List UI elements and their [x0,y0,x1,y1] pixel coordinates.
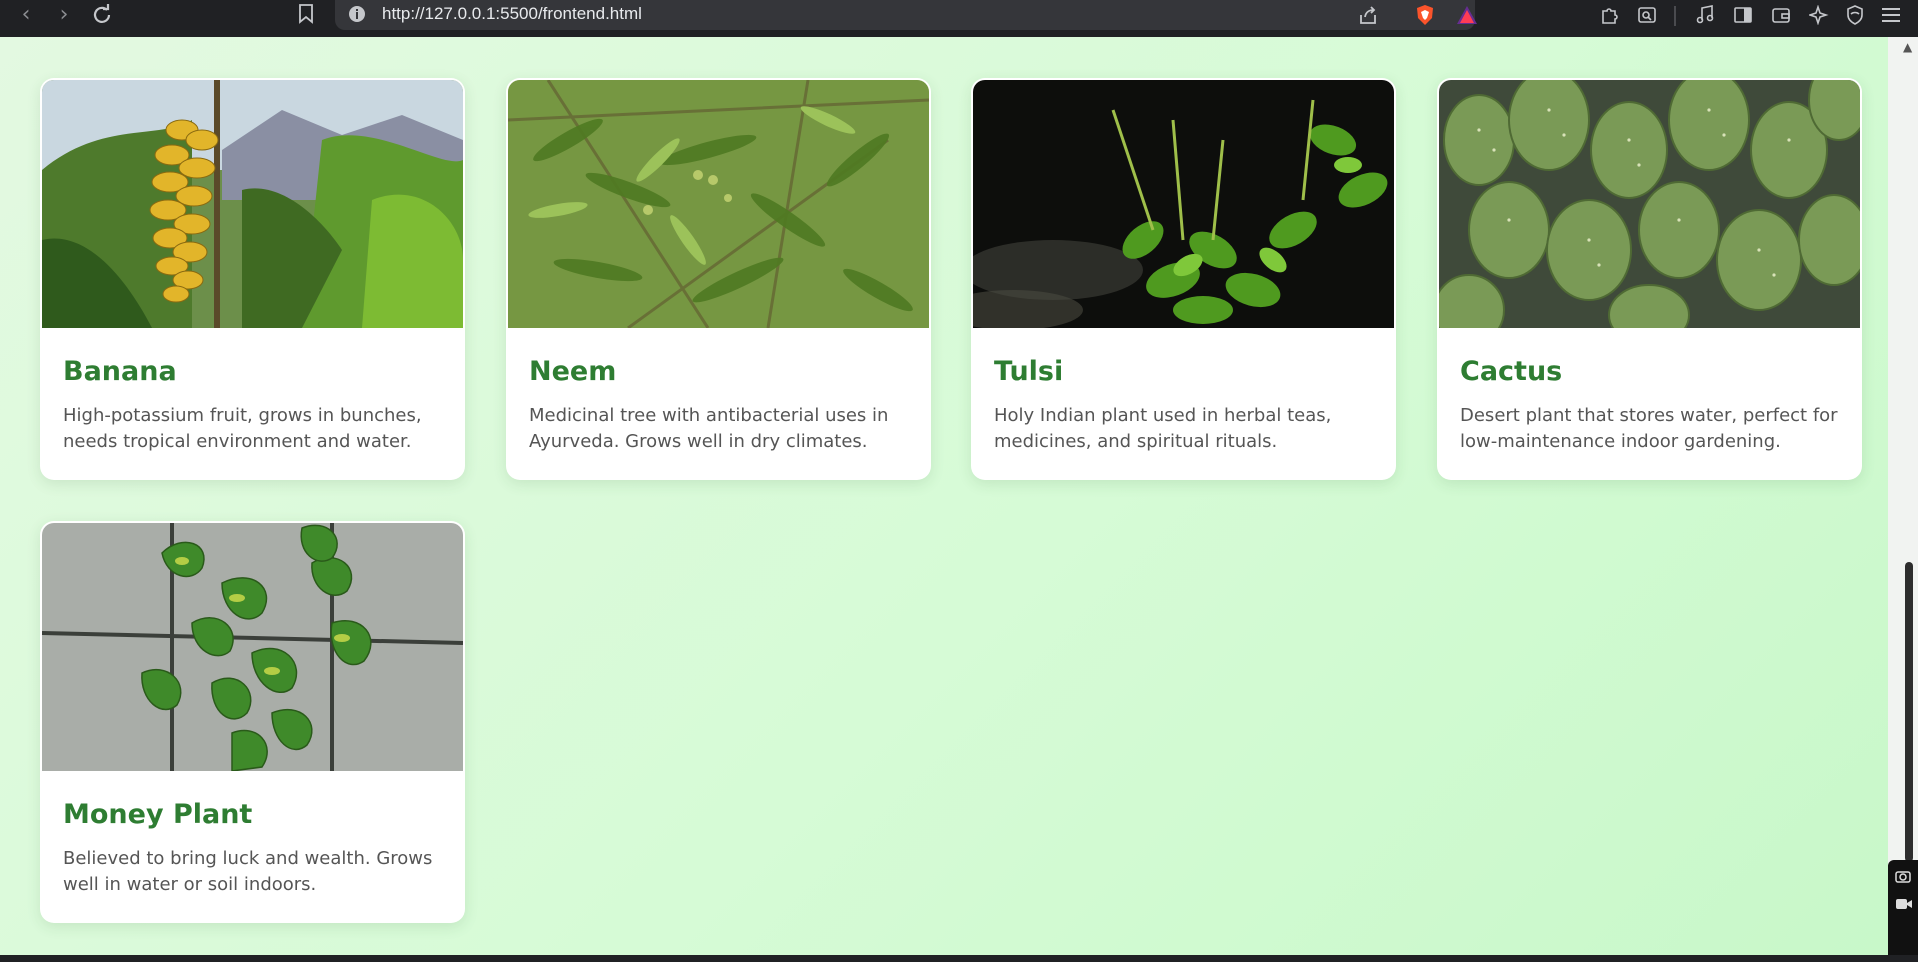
plant-card-banana[interactable]: Banana High-potassium fruit, grows in bu… [40,78,465,480]
card-title: Money Plant [63,799,253,830]
url-text[interactable]: http://127.0.0.1:5500/frontend.html [382,4,642,24]
card-description: High-potassium fruit, grows in bunches, … [63,405,422,452]
plant-card-tulsi[interactable]: Tulsi Holy Indian plant used in herbal t… [971,78,1396,480]
card-description: Desert plant that stores water, perfect … [1460,405,1838,452]
info-icon[interactable] [347,4,367,24]
camera-icon[interactable] [1895,868,1911,887]
brave-shield-icon[interactable] [1412,2,1438,28]
toolbar-divider [1674,6,1676,26]
video-camera-icon[interactable] [1895,896,1913,915]
card-title: Tulsi [994,356,1064,387]
card-title: Cactus [1460,356,1563,387]
card-title: Banana [63,356,177,387]
bookmark-icon[interactable] [292,0,320,28]
card-description: Holy Indian plant used in herbal teas, m… [994,405,1332,452]
scroll-thumb[interactable] [1905,562,1913,862]
bottom-bar [0,955,1918,962]
wallet-icon[interactable] [1768,2,1794,28]
reload-icon[interactable] [88,0,116,28]
back-arrow-icon[interactable]: ‹ [12,0,40,28]
sparkle-icon[interactable] [1806,2,1832,28]
page-viewport: Banana High-potassium fruit, grows in bu… [0,37,1888,955]
screenshot-tools-panel[interactable] [1888,860,1918,955]
rewards-triangle-icon[interactable] [1454,2,1480,28]
tulsi-image [973,80,1394,328]
puzzle-icon[interactable] [1596,2,1622,28]
share-icon[interactable] [1355,2,1381,28]
page-scrollbar[interactable] [1888,37,1918,955]
scroll-up-arrow-icon[interactable]: ▲ [1903,40,1912,54]
card-description: Believed to bring luck and wealth. Grows… [63,848,433,895]
card-title: Neem [529,356,617,387]
card-description: Medicinal tree with antibacterial uses i… [529,405,889,452]
shield-icon[interactable] [1842,2,1868,28]
sidebar-icon[interactable] [1730,2,1756,28]
browser-toolbar: ‹ › http://127.0.0.1:5500/frontend.html [0,0,1918,37]
plant-card-neem[interactable]: Neem Medicinal tree with antibacterial u… [506,78,931,480]
neem-image [508,80,929,328]
banana-image [42,80,463,328]
money-plant-image [42,523,463,771]
plant-card-money-plant[interactable]: Money Plant Believed to bring luck and w… [40,521,465,923]
music-note-icon[interactable] [1692,2,1718,28]
plant-card-cactus[interactable]: Cactus Desert plant that stores water, p… [1437,78,1862,480]
find-in-page-icon[interactable] [1634,2,1660,28]
cactus-image [1439,80,1860,328]
forward-arrow-icon[interactable]: › [50,0,78,28]
address-bar[interactable]: http://127.0.0.1:5500/frontend.html [335,0,1477,30]
hamburger-menu-icon[interactable] [1878,2,1904,28]
